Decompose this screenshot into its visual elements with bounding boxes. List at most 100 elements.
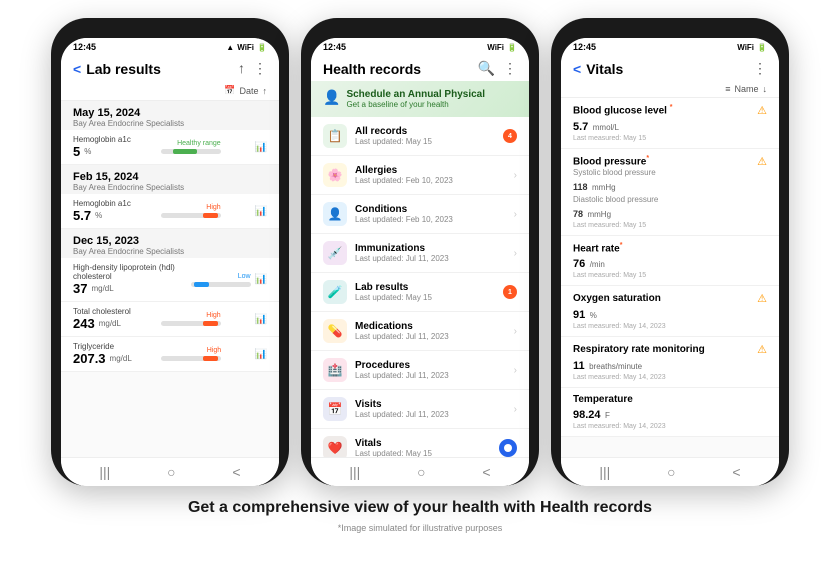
lab-range-1: Healthy range	[161, 140, 221, 154]
vital-temperature[interactable]: Temperature 98.24 F Last measured: May 1…	[561, 388, 779, 437]
header-title-3: Vitals	[586, 61, 623, 77]
header-left-2: Health records	[323, 61, 421, 77]
time-1: 12:45	[73, 42, 96, 52]
record-icon-3: 💉	[323, 241, 347, 265]
nav-home-1[interactable]: ○	[167, 464, 175, 480]
lab-value-row-3: 37 mg/dL	[73, 281, 191, 296]
vital-blood-pressure[interactable]: Blood pressure* ⚠ Systolic blood pressur…	[561, 149, 779, 236]
lab-item-5[interactable]: Triglyceride 207.3 mg/dL High	[61, 337, 279, 372]
lab-range-2: High	[161, 204, 221, 218]
header-title-1: Lab results	[86, 61, 161, 77]
record-item-8[interactable]: ❤️ Vitals Last updated: May 15	[311, 429, 529, 457]
record-date-2: Last updated: Feb 10, 2023	[355, 215, 506, 224]
nav-menu-1[interactable]: |||	[99, 464, 110, 480]
lab-value-row-1: 5 %	[73, 144, 131, 159]
vital-date-hr: Last measured: May 15	[573, 272, 767, 279]
back-button-1[interactable]: <	[73, 61, 81, 77]
record-text-0: All records Last updated: May 15	[355, 126, 495, 146]
vitals-filter-bar[interactable]: ≡ Name ↓	[561, 81, 779, 98]
filter-bar-1[interactable]: 📅 Date ↑	[61, 81, 279, 101]
vital-date-o2: Last measured: May 14, 2023	[573, 323, 767, 330]
lab-item-3[interactable]: High-density lipoprotein (hdl) cholester…	[61, 258, 279, 302]
phone-nav-1: ||| ○ <	[61, 457, 279, 486]
lab-range-4: High	[161, 312, 221, 326]
filter-name-label: Name	[734, 84, 758, 94]
time-3: 12:45	[573, 42, 596, 52]
record-text-8: Vitals Last updated: May 15	[355, 438, 491, 457]
lab-unit-1: %	[84, 147, 91, 156]
vital-alert-bp: ⚠	[757, 155, 767, 168]
nav-menu-3[interactable]: |||	[599, 464, 610, 480]
record-item-6[interactable]: 🏥 Procedures Last updated: Jul 11, 2023 …	[311, 351, 529, 390]
lab-value-row-4: 243 mg/dL	[73, 316, 131, 331]
vital-date-glucose: Last measured: May 15	[573, 135, 767, 142]
record-item-7[interactable]: 📅 Visits Last updated: Jul 11, 2023 ›	[311, 390, 529, 429]
status-icons-3: WiFi 🔋	[737, 43, 767, 52]
lab-value-4: 243	[73, 316, 95, 331]
back-button-3[interactable]: <	[573, 61, 581, 77]
record-date-4: Last updated: May 15	[355, 293, 495, 302]
range-fill-orange-4	[203, 321, 218, 326]
record-date-6: Last updated: Jul 11, 2023	[355, 371, 506, 380]
record-item-2[interactable]: 👤 Conditions Last updated: Feb 10, 2023 …	[311, 195, 529, 234]
record-item-3[interactable]: 💉 Immunizations Last updated: Jul 11, 20…	[311, 234, 529, 273]
sub-caption: *Image simulated for illustrative purpos…	[188, 523, 652, 533]
filter-label: Date	[239, 86, 258, 96]
nav-back-3[interactable]: <	[732, 464, 740, 480]
health-banner: 👤 Schedule an Annual Physical Get a base…	[311, 81, 529, 117]
search-icon-2[interactable]: 🔍	[478, 60, 495, 77]
sort-icon-1[interactable]: ↑	[238, 60, 245, 77]
menu-icon-1[interactable]: ⋮	[253, 60, 267, 77]
vital-date-resp: Last measured: May 14, 2023	[573, 374, 767, 381]
banner-icon: 👤	[323, 89, 340, 106]
record-item-5[interactable]: 💊 Medications Last updated: Jul 11, 2023…	[311, 312, 529, 351]
lab-date-1: May 15, 2024	[73, 107, 267, 119]
lab-item-info-1: Hemoglobin a1c 5 %	[73, 135, 131, 159]
lab-item-2[interactable]: Hemoglobin a1c 5.7 % High	[61, 194, 279, 229]
header-left-1: < Lab results	[73, 61, 161, 77]
range-bar-5	[161, 356, 221, 361]
lab-range-5: High	[161, 347, 221, 361]
record-badge-0: 4	[503, 129, 517, 143]
vital-blood-glucose[interactable]: Blood glucose level * ⚠ 5.7 mmol/L Last …	[561, 98, 779, 149]
record-name-5: Medications	[355, 321, 506, 332]
record-text-2: Conditions Last updated: Feb 10, 2023	[355, 204, 506, 224]
record-date-3: Last updated: Jul 11, 2023	[355, 254, 506, 263]
vital-respiratory[interactable]: Respiratory rate monitoring ⚠ 11 breaths…	[561, 337, 779, 388]
nav-home-3[interactable]: ○	[667, 464, 675, 480]
record-date-1: Last updated: Feb 10, 2023	[355, 176, 506, 185]
nav-back-2[interactable]: <	[482, 464, 490, 480]
record-icon-2: 👤	[323, 202, 347, 226]
range-fill-green-1	[173, 149, 197, 154]
phone-health-records: 12:45 WiFi 🔋 Health records 🔍 ⋮	[301, 18, 539, 486]
lab-item-1[interactable]: Hemoglobin a1c 5 % Healthy range	[61, 130, 279, 165]
record-item-4[interactable]: 🧪 Lab results Last updated: May 15 1	[311, 273, 529, 312]
phone-nav-2: ||| ○ <	[311, 457, 529, 486]
lab-value-5: 207.3	[73, 351, 106, 366]
vital-heart-rate[interactable]: Heart rate* 76 /min Last measured: May 1…	[561, 236, 779, 286]
status-icons-2: WiFi 🔋	[487, 43, 517, 52]
menu-icon-3[interactable]: ⋮	[753, 60, 767, 77]
record-name-1: Allergies	[355, 165, 506, 176]
vital-oxygen[interactable]: Oxygen saturation ⚠ 91 % Last measured: …	[561, 286, 779, 337]
lab-unit-4: mg/dL	[99, 319, 121, 328]
nav-home-2[interactable]: ○	[417, 464, 425, 480]
record-item-1[interactable]: 🌸 Allergies Last updated: Feb 10, 2023 ›	[311, 156, 529, 195]
phone-frame-3: 12:45 WiFi 🔋 < Vitals ⋮ ≡	[551, 18, 789, 486]
record-text-7: Visits Last updated: Jul 11, 2023	[355, 399, 506, 419]
lab-value-1: 5	[73, 144, 80, 159]
lab-item-4[interactable]: Total cholesterol 243 mg/dL High	[61, 302, 279, 337]
banner-title: Schedule an Annual Physical	[346, 89, 485, 100]
lab-item-info-5: Triglyceride 207.3 mg/dL	[73, 342, 132, 366]
vital-value-o2: 91	[573, 309, 585, 321]
menu-icon-2[interactable]: ⋮	[503, 60, 517, 77]
nav-menu-2[interactable]: |||	[349, 464, 360, 480]
banner-text: Schedule an Annual Physical Get a baseli…	[346, 89, 485, 109]
vital-alert-glucose: ⚠	[757, 104, 767, 117]
lab-unit-3: mg/dL	[91, 284, 113, 293]
nav-back-1[interactable]: <	[232, 464, 240, 480]
record-item-0[interactable]: 📋 All records Last updated: May 15 4	[311, 117, 529, 156]
record-name-0: All records	[355, 126, 495, 137]
range-label-1: Healthy range	[177, 140, 221, 147]
header-left-3: < Vitals	[573, 61, 623, 77]
